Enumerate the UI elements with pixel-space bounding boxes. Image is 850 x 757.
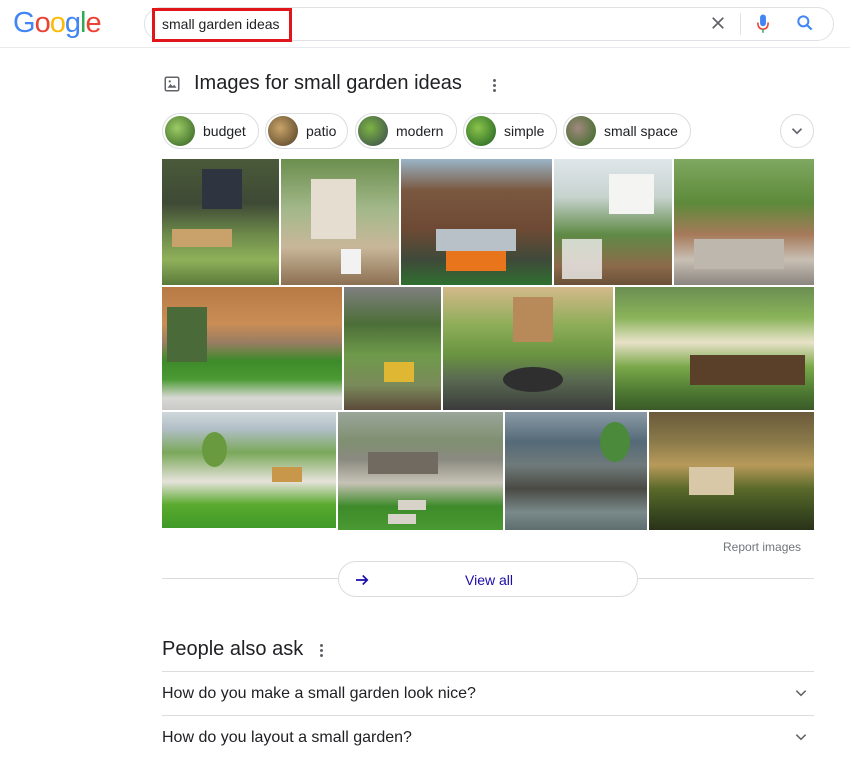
logo-letter: G [13, 7, 36, 39]
close-icon[interactable] [709, 14, 727, 32]
paa-question-text: How do you layout a small garden? [162, 729, 412, 746]
chip-small-space[interactable]: small space [563, 113, 691, 149]
view-all-label: View all [465, 572, 513, 588]
logo-letter: o [49, 7, 66, 39]
garden-image-tile[interactable] [162, 412, 336, 528]
garden-image-tile[interactable] [674, 159, 814, 285]
garden-image-tile[interactable] [505, 412, 647, 530]
microphone-icon[interactable] [754, 13, 772, 35]
chevron-down-icon [791, 128, 803, 135]
divider-line [638, 578, 814, 579]
garden-image-tile[interactable] [162, 159, 279, 285]
paa-question-row[interactable]: How do you make a small garden look nice… [162, 671, 814, 715]
chip-thumbnail [566, 116, 596, 146]
chip-thumbnail [358, 116, 388, 146]
search-icon[interactable] [795, 13, 815, 33]
paa-question-row[interactable]: How do you layout a small garden? [162, 715, 814, 757]
garden-image-tile[interactable] [649, 412, 814, 530]
logo-letter: o [34, 7, 51, 39]
report-images-link[interactable]: Report images [723, 540, 801, 554]
chip-thumbnail [268, 116, 298, 146]
garden-image-tile[interactable] [281, 159, 399, 285]
chip-label: modern [396, 123, 444, 139]
more-options-icon[interactable] [493, 79, 497, 93]
chip-modern[interactable]: modern [355, 113, 457, 149]
chip-simple[interactable]: simple [463, 113, 557, 149]
garden-image-tile[interactable] [401, 159, 552, 285]
search-header: Google small garden ideas [0, 0, 850, 48]
chip-label: patio [306, 123, 337, 139]
chip-patio[interactable]: patio [265, 113, 348, 149]
garden-image-tile[interactable] [554, 159, 672, 285]
logo-letter: e [85, 7, 101, 39]
garden-image-tile[interactable] [443, 287, 613, 410]
logo-letter: g [64, 7, 81, 39]
chip-budget[interactable]: budget [162, 113, 259, 149]
image-icon [164, 76, 180, 92]
garden-image-tile[interactable] [162, 287, 342, 410]
chevron-down-icon [795, 734, 807, 741]
people-also-ask-title: People also ask [162, 638, 304, 660]
search-divider [740, 13, 741, 35]
chip-label: small space [604, 123, 678, 139]
images-section-title: Images for small garden ideas [194, 72, 462, 94]
garden-image-tile[interactable] [338, 412, 503, 530]
chip-thumbnail [466, 116, 496, 146]
chip-label: simple [504, 123, 545, 139]
chevron-down-icon [795, 690, 807, 697]
divider-line [162, 578, 338, 579]
chip-label: budget [203, 123, 246, 139]
more-options-icon[interactable] [320, 644, 324, 658]
chips-expand-button[interactable] [780, 114, 814, 148]
chip-thumbnail [165, 116, 195, 146]
paa-question-text: How do you make a small garden look nice… [162, 685, 476, 702]
search-input[interactable]: small garden ideas [162, 16, 280, 32]
garden-image-tile[interactable] [344, 287, 441, 410]
garden-image-tile[interactable] [615, 287, 814, 410]
view-all-button[interactable]: View all [338, 561, 638, 597]
google-logo[interactable]: Google [13, 7, 102, 40]
